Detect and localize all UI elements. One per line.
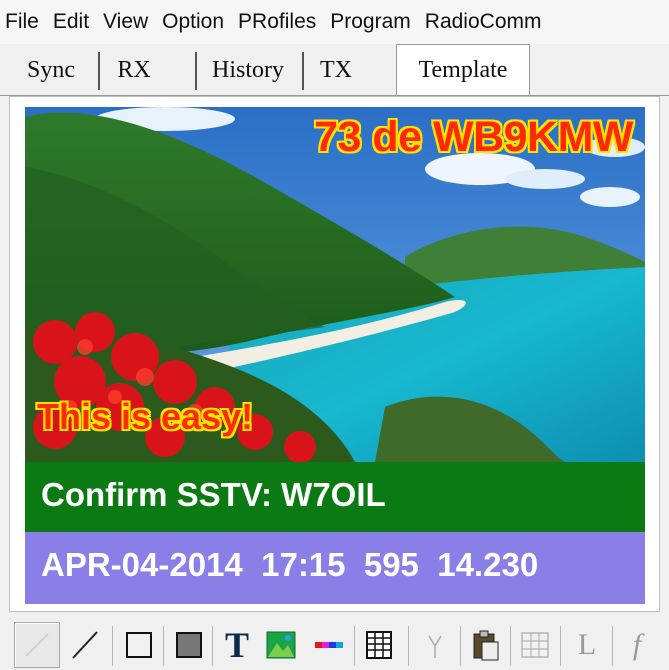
toolbar-separator <box>612 626 613 666</box>
tab-rx[interactable]: RX <box>104 50 164 92</box>
grid-icon[interactable] <box>356 622 402 668</box>
menu-edit[interactable]: Edit <box>46 0 96 44</box>
menu-program[interactable]: Program <box>323 0 418 44</box>
list-tool-glyph: L <box>577 628 597 661</box>
drawing-toolbar: T L f <box>0 612 669 670</box>
antenna-icon[interactable] <box>412 622 458 668</box>
toolbar-separator <box>354 626 355 666</box>
rectangle-icon[interactable] <box>116 622 162 668</box>
tab-bar: Sync RX History TX Template <box>0 44 669 96</box>
menu-bar: File Edit View Option PRofiles Program R… <box>0 0 669 44</box>
caption-overlay-text[interactable]: This is easy! <box>37 396 253 438</box>
table-icon[interactable] <box>512 622 558 668</box>
callsign-overlay-text[interactable]: 73 de WB9KMW <box>314 113 633 162</box>
select-icon[interactable] <box>14 622 60 668</box>
menu-radiocomm[interactable]: RadioComm <box>418 0 549 44</box>
info-bar[interactable]: APR-04-2014 17:15 595 14.230 <box>25 532 645 604</box>
function-tool-button[interactable]: f <box>614 622 660 668</box>
tab-separator <box>195 52 197 90</box>
toolbar-separator <box>163 626 164 666</box>
tab-separator <box>98 52 100 90</box>
confirm-bar[interactable]: Confirm SSTV: W7OIL <box>25 462 645 532</box>
image-icon[interactable] <box>258 622 304 668</box>
tab-tx[interactable]: TX <box>308 50 364 92</box>
paste-icon[interactable] <box>462 622 508 668</box>
info-text: APR-04-2014 17:15 595 14.230 <box>41 546 539 583</box>
list-tool-button[interactable]: L <box>564 622 610 668</box>
tab-history[interactable]: History <box>200 50 296 92</box>
toolbar-separator <box>212 626 213 666</box>
toolbar-separator <box>112 626 113 666</box>
tab-separator <box>302 52 304 90</box>
filled-rectangle-icon[interactable] <box>166 622 212 668</box>
tab-template[interactable]: Template <box>400 50 526 92</box>
function-tool-glyph: f <box>632 628 642 661</box>
menu-option[interactable]: Option <box>155 0 231 44</box>
menu-profiles[interactable]: PRofiles <box>231 0 323 44</box>
color-bar-icon[interactable] <box>306 622 352 668</box>
toolbar-separator <box>460 626 461 666</box>
toolbar-separator <box>408 626 409 666</box>
menu-view[interactable]: View <box>96 0 155 44</box>
tab-sync[interactable]: Sync <box>12 50 90 92</box>
text-icon[interactable]: T <box>214 622 260 668</box>
menu-file[interactable]: File <box>0 0 46 44</box>
line-icon[interactable] <box>62 622 108 668</box>
text-tool-glyph: T <box>224 625 249 665</box>
template-canvas[interactable]: 73 de WB9KMW This is easy! Confirm SSTV:… <box>25 107 645 604</box>
toolbar-separator <box>560 626 561 666</box>
confirm-text: Confirm SSTV: W7OIL <box>41 476 386 513</box>
toolbar-separator <box>510 626 511 666</box>
